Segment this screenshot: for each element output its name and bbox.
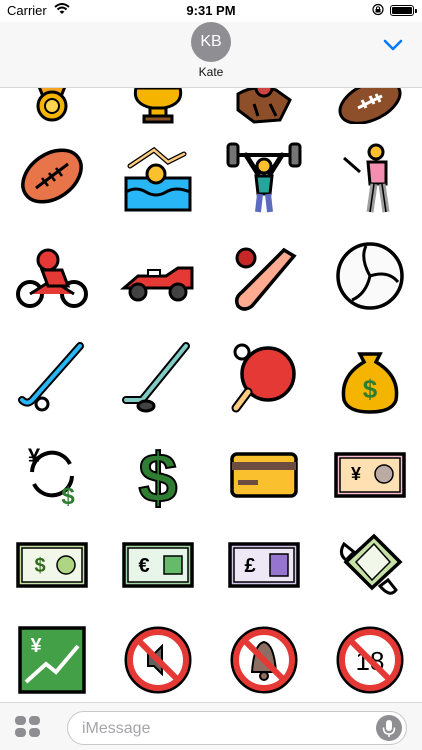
yen-note-symbol: ¥ [351, 464, 361, 484]
money-with-wings-icon [339, 533, 403, 595]
heavy-dollar-symbol: $ [139, 439, 178, 514]
currency-exchange-icon: ¥ $ [28, 444, 75, 510]
person-lifting-weights-icon [226, 142, 302, 213]
racing-car-icon [119, 266, 194, 302]
rotation-lock-icon [372, 3, 384, 16]
credit-card-icon [230, 452, 298, 498]
euro-banknote-icon: € [122, 542, 194, 588]
ping-pong-icon [231, 343, 296, 413]
microphone-button[interactable] [376, 715, 402, 741]
pound-banknote-sticker[interactable]: £ [224, 524, 304, 604]
status-bar: Carrier 9:31 PM [0, 0, 422, 22]
bell-with-slash-icon [230, 626, 298, 694]
pound-banknote-icon: £ [228, 542, 300, 588]
american-football-sticker[interactable] [330, 88, 410, 124]
chart-increasing-with-yen-icon: ¥ [18, 626, 86, 694]
ice-hockey-icon [122, 342, 190, 413]
bell-with-slash-sticker[interactable] [224, 620, 304, 700]
exchange-dollar-symbol: $ [61, 483, 75, 510]
rugby-football-icon [21, 148, 83, 204]
person-lifting-weights-sticker[interactable] [224, 136, 304, 216]
heavy-dollar-sign-sticker[interactable]: $ [118, 434, 198, 514]
battery-icon [390, 5, 417, 16]
ice-hockey-sticker[interactable] [118, 336, 198, 416]
person-swimming-icon [124, 146, 192, 212]
ping-pong-sticker[interactable] [224, 336, 304, 416]
message-input[interactable]: iMessage [67, 711, 407, 745]
microphone-icon [382, 720, 396, 737]
euro-banknote-sticker[interactable]: € [118, 524, 198, 604]
message-input-placeholder: iMessage [82, 720, 151, 737]
no-one-under-eighteen-sticker[interactable]: 18 [330, 620, 410, 700]
motorcycle-racer-icon [16, 248, 88, 308]
cricket-bat-sticker[interactable] [224, 236, 304, 316]
horse-racing-sticker[interactable] [224, 88, 304, 124]
trophy-sticker[interactable] [118, 88, 198, 124]
money-bag-symbol: $ [363, 374, 378, 404]
person-golfing-sticker[interactable] [330, 136, 410, 216]
dollar-banknote-sticker[interactable]: $ [12, 524, 92, 604]
heavy-dollar-sign-icon: $ [138, 438, 179, 514]
no-one-under-eighteen-icon: 18 [336, 626, 404, 694]
volleyball-sticker[interactable] [330, 236, 410, 316]
motorcycle-racer-sticker[interactable] [12, 236, 92, 316]
dollar-note-symbol: $ [34, 555, 45, 577]
rugby-football-sticker[interactable] [12, 136, 92, 216]
volleyball-icon [336, 242, 404, 310]
dollar-banknote-icon: $ [16, 542, 88, 588]
trophy-icon [133, 88, 183, 124]
cricket-bat-icon [234, 247, 297, 311]
clock: 9:31 PM [186, 3, 236, 18]
contact-name[interactable]: Kate [0, 65, 422, 79]
chart-yen-symbol: ¥ [30, 635, 42, 657]
conversation-header: KB Kate [0, 22, 422, 88]
field-hockey-sticker[interactable] [12, 336, 92, 416]
chevron-down-icon[interactable] [382, 38, 404, 52]
sticker-grid: $ ¥ $ $ ¥ $ € £ ¥ [0, 88, 422, 702]
chart-increasing-with-yen-sticker[interactable]: ¥ [12, 620, 92, 700]
racing-car-sticker[interactable] [118, 236, 198, 316]
field-hockey-icon [18, 342, 84, 412]
sports-medal-sticker[interactable] [12, 88, 92, 124]
euro-note-symbol: € [138, 555, 149, 577]
money-bag-icon: $ [341, 352, 399, 414]
money-with-wings-sticker[interactable] [330, 524, 410, 604]
app-drawer-icon[interactable] [15, 716, 41, 738]
pound-note-symbol: £ [244, 555, 255, 577]
money-bag-sticker[interactable]: $ [330, 336, 410, 416]
muted-speaker-sticker[interactable] [118, 620, 198, 700]
person-swimming-sticker[interactable] [118, 136, 198, 216]
compose-bar: iMessage [0, 702, 422, 750]
yen-banknote-sticker[interactable]: ¥ [330, 434, 410, 514]
muted-speaker-icon [124, 626, 192, 694]
contact-avatar[interactable]: KB [191, 22, 231, 62]
currency-exchange-sticker[interactable]: ¥ $ [12, 434, 92, 514]
person-golfing-icon [343, 143, 390, 213]
sports-medal-icon [36, 88, 68, 122]
credit-card-sticker[interactable] [224, 434, 304, 514]
horse-racing-icon [236, 88, 292, 124]
exchange-yen-symbol: ¥ [28, 444, 41, 469]
yen-banknote-icon: ¥ [334, 452, 406, 498]
american-football-icon [338, 88, 402, 124]
